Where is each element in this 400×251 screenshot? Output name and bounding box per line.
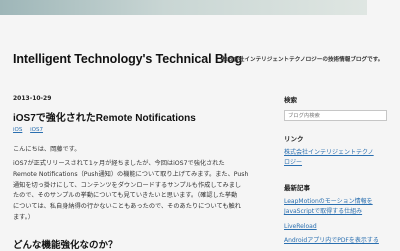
header-banner-image <box>0 0 367 15</box>
tag-link-ios[interactable]: iOS <box>13 127 22 133</box>
tag-link-ios7[interactable]: iOS7 <box>30 127 43 133</box>
post-body: iOS7が正式リリースされて1ヶ月が経ちましたが、今回はiOS7で強化された R… <box>13 159 279 224</box>
recent-post-leapmotion-cont[interactable]: JavaScriptで取得する仕組み <box>284 207 362 217</box>
blog-description: 株式会社インテリジェントテクノロジーの技術情報ブログです。 <box>222 57 384 63</box>
post-title-link[interactable]: iOS7で強化されたRemote Notifications <box>13 109 196 124</box>
post-greeting: こんにちは、岡藤です。 <box>13 146 81 153</box>
search-input[interactable] <box>284 110 387 121</box>
sidebar-link-company[interactable]: 株式会社インテリジェントテクノ <box>284 148 374 158</box>
post-subheading: どんな機能強化なのか？ <box>13 240 118 251</box>
sidebar-link-company-cont[interactable]: ロジー <box>284 158 302 168</box>
search-heading: 検索 <box>284 96 297 104</box>
recent-posts-heading: 最新記事 <box>284 184 310 192</box>
post-date: 2013-10-29 <box>13 95 52 102</box>
post-body-line: iOS7が正式リリースされて1ヶ月が経ちましたが、今回はiOS7で強化された <box>13 160 225 167</box>
blog-title-link[interactable]: Intelligent Technology's Technical Blog <box>13 52 242 66</box>
recent-post-leapmotion[interactable]: LeapMotionのモーション情報を <box>284 197 373 207</box>
recent-post-android-pdf[interactable]: Androidアプリ内でPDFを表示する <box>284 236 379 246</box>
post-body-line: 通知を切っ掛けにして、コンテンツをダウンロードするサンプルも作成してみまし <box>13 181 242 189</box>
links-heading: リンク <box>284 135 304 143</box>
post-body-line: Remote Notifications（Push通知）の機能について取り上げて… <box>13 170 249 178</box>
post-body-line: については、私自身納得の行かないこともあったので、そのあたりについても触れ <box>13 203 241 211</box>
recent-post-livereload[interactable]: LiveReload <box>284 222 317 232</box>
banner-gap <box>367 0 400 15</box>
site-header <box>0 15 400 78</box>
post-body-line: たので、そのサンプルの挙動についても見ていきたいと思います。（確認した挙動 <box>13 192 238 200</box>
post-body-line: ます。） <box>13 213 35 221</box>
post-tags: iOS iOS7 <box>13 127 49 133</box>
